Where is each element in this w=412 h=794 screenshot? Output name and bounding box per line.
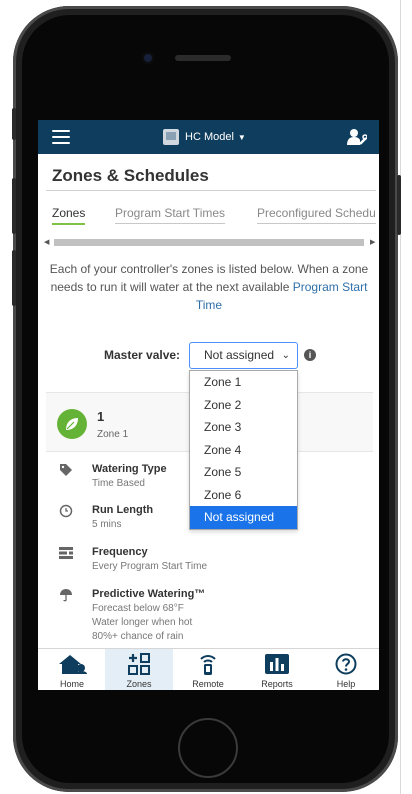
master-valve-value: Not assigned xyxy=(204,348,275,362)
earpiece-speaker xyxy=(175,55,231,61)
controller-selector[interactable]: HC Model ▼ xyxy=(163,128,246,146)
page-edge-divider xyxy=(400,0,401,794)
front-camera xyxy=(142,52,154,64)
bottom-nav: Home Zones Remote Reports Help xyxy=(38,648,379,690)
row-detail: Forecast below 68°F xyxy=(92,603,184,614)
home-button[interactable] xyxy=(178,718,238,778)
top-bar: HC Model ▼ xyxy=(38,120,379,154)
controller-icon xyxy=(163,129,179,145)
volume-up-button xyxy=(12,178,16,234)
nav-remote[interactable]: Remote xyxy=(174,649,242,690)
row-title: Run Length xyxy=(92,504,154,516)
row-title: Watering Type xyxy=(92,463,167,475)
nav-label: Reports xyxy=(261,679,293,689)
mute-switch xyxy=(12,108,16,140)
row-detail: Time Based xyxy=(92,478,145,489)
tab-zones[interactable]: Zones xyxy=(52,206,86,225)
leaf-icon xyxy=(57,409,87,439)
zone-number: 1 xyxy=(97,409,105,424)
dropdown-option-zone-5[interactable]: Zone 5 xyxy=(190,461,297,484)
info-icon[interactable]: i xyxy=(304,349,316,361)
clock-icon xyxy=(58,504,74,520)
power-button xyxy=(397,175,401,235)
row-detail: Water longer when hot xyxy=(92,617,193,628)
tab-program-start-times[interactable]: Program Start Times xyxy=(115,206,226,224)
row-title: Frequency xyxy=(92,546,148,558)
nav-home[interactable]: Home xyxy=(38,649,106,690)
dropdown-option-zone-6[interactable]: Zone 6 xyxy=(190,484,297,507)
dropdown-option-zone-3[interactable]: Zone 3 xyxy=(190,416,297,439)
nav-reports[interactable]: Reports xyxy=(243,649,311,690)
page-title: Zones & Schedules xyxy=(52,166,209,185)
dropdown-option-zone-1[interactable]: Zone 1 xyxy=(190,371,297,394)
chevron-down-icon: ⌄ xyxy=(281,350,290,361)
row-detail: 80%+ chance of rain xyxy=(92,631,184,642)
remote-icon xyxy=(174,653,242,675)
row-detail: Every Program Start Time xyxy=(92,561,208,572)
user-settings-icon[interactable] xyxy=(347,128,368,146)
nav-label: Help xyxy=(336,679,356,689)
calendar-icon xyxy=(58,546,74,562)
tag-icon xyxy=(58,463,74,479)
row-detail: 5 mins xyxy=(92,519,122,530)
tab-preconfigured-schedules[interactable]: Preconfigured Schedu xyxy=(257,206,376,224)
dropdown-option-not-assigned[interactable]: Not assigned xyxy=(190,506,297,529)
dropdown-option-zone-4[interactable]: Zone 4 xyxy=(190,439,297,462)
master-valve-dropdown: Zone 1 Zone 2 Zone 3 Zone 4 Zone 5 Zone … xyxy=(189,370,298,530)
app-screen: HC Model ▼ Zones & Schedules Zones Progr… xyxy=(38,120,379,690)
zone-name: Zone 1 xyxy=(97,429,129,440)
tabs-scrollbar[interactable]: ◀ ▶ xyxy=(44,238,376,247)
scroll-left-icon[interactable]: ◀ xyxy=(44,238,49,247)
menu-icon[interactable] xyxy=(52,130,70,144)
master-valve-select[interactable]: Not assigned ⌄ xyxy=(189,342,298,369)
home-icon xyxy=(38,653,106,675)
nav-zones[interactable]: Zones xyxy=(105,649,173,690)
help-icon xyxy=(312,653,379,675)
scroll-right-icon[interactable]: ▶ xyxy=(370,238,375,247)
umbrella-icon xyxy=(58,588,74,604)
nav-label: Home xyxy=(59,679,84,689)
scrollbar-thumb[interactable] xyxy=(54,239,364,246)
zones-icon xyxy=(105,653,173,675)
dropdown-option-zone-2[interactable]: Zone 2 xyxy=(190,394,297,417)
volume-down-button xyxy=(12,250,16,306)
reports-icon xyxy=(243,653,311,675)
intro-text: Each of your controller's zones is liste… xyxy=(42,260,376,314)
nav-label: Zones xyxy=(126,679,152,689)
title-divider xyxy=(46,190,376,191)
row-title: Predictive Watering™ xyxy=(92,588,206,600)
caret-down-icon: ▼ xyxy=(237,132,246,142)
master-valve-label: Master valve: xyxy=(104,348,181,362)
nav-label: Remote xyxy=(192,679,224,689)
nav-help[interactable]: Help xyxy=(312,649,379,690)
controller-name: HC Model xyxy=(185,131,234,143)
